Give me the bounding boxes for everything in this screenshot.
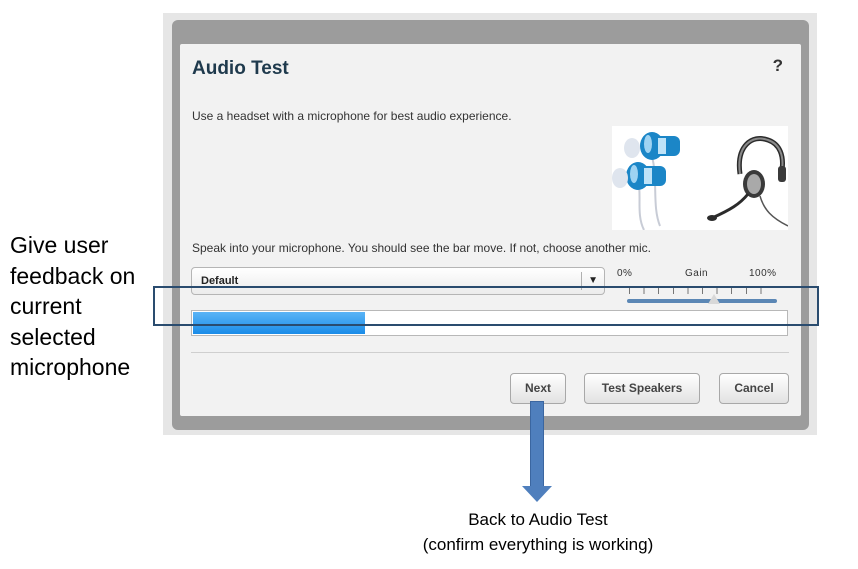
arrow-note-line-2: (confirm everything is working): [422, 535, 654, 554]
intro-text: Use a headset with a microphone for best…: [192, 109, 512, 123]
divider: [191, 352, 789, 353]
chevron-down-icon: ▼: [588, 275, 598, 286]
help-icon[interactable]: ?: [773, 56, 783, 76]
next-button[interactable]: Next: [510, 373, 566, 404]
dialog-body: Audio Test ? Use a headset with a microp…: [180, 44, 801, 416]
audio-test-dialog: Audio Test ? Use a headset with a microp…: [172, 20, 809, 430]
cancel-button[interactable]: Cancel: [719, 373, 789, 404]
arrow-shaft: [530, 401, 544, 489]
arrow-note-line-1: Back to Audio Test: [468, 510, 608, 529]
dialog-title: Audio Test: [192, 58, 289, 79]
gain-max-label: 100%: [749, 268, 777, 279]
test-speakers-button[interactable]: Test Speakers: [584, 373, 700, 404]
gain-label: Gain: [685, 268, 709, 279]
gain-min-label: 0%: [617, 268, 633, 279]
meter-highlight-box: [153, 286, 819, 326]
instruction-text: Speak into your microphone. You should s…: [192, 241, 651, 255]
side-annotation: Give user feedback on current selected m…: [10, 232, 136, 380]
arrow-down-icon: [522, 486, 552, 502]
earbuds-and-headset-image: [612, 126, 789, 231]
